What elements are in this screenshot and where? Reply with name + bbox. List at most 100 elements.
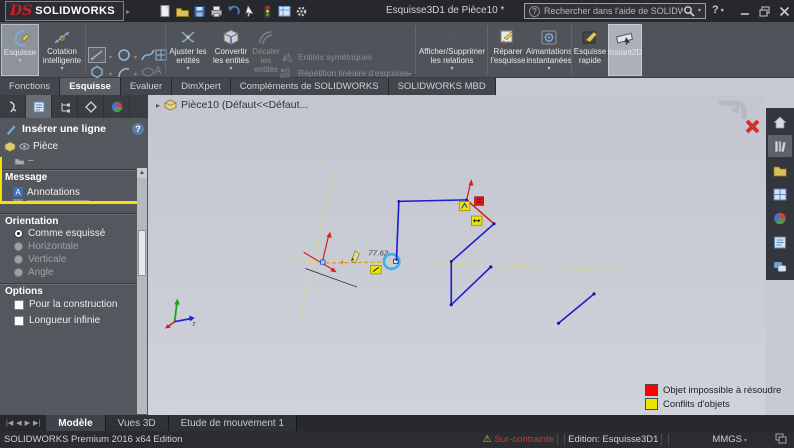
instant2d-button[interactable]: Instant2D	[608, 24, 642, 76]
expand-arrow-icon[interactable]: ▸	[156, 101, 160, 110]
feature-manager-tab[interactable]	[0, 95, 26, 118]
relation-badge-conflict-1[interactable]	[458, 201, 471, 212]
view-palette-tab[interactable]	[768, 183, 792, 205]
help-button[interactable]: ?	[712, 4, 724, 16]
construction-axis-horizontal[interactable]	[272, 258, 644, 271]
tab-complements[interactable]: Compléments de SOLIDWORKS	[230, 78, 389, 95]
sketch-polyline[interactable]	[395, 199, 595, 324]
file-explorer-tab[interactable]	[768, 159, 792, 181]
scrollbar-thumb[interactable]	[138, 230, 146, 276]
rebuild-traffic-light-button[interactable]	[260, 4, 275, 19]
property-manager-tab[interactable]	[26, 95, 52, 118]
relation-badge-coincident[interactable]	[370, 265, 382, 275]
search-scope-dropdown[interactable]	[696, 6, 701, 17]
scroll-first-icon[interactable]: |◀	[6, 419, 13, 427]
search-input[interactable]: Rechercher dans l'aide de SOLIDWORKS	[544, 6, 683, 16]
display-pane-button[interactable]	[277, 4, 292, 19]
display-relations-dropdown[interactable]: ▾	[450, 66, 453, 73]
convert-entities-button[interactable]: Convertir les entités ▾	[210, 24, 252, 76]
trim-entities-icon	[178, 27, 198, 47]
eye-icon	[19, 143, 30, 150]
status-pane-icon[interactable]	[775, 433, 788, 447]
line-tool-button[interactable]	[88, 47, 106, 63]
forum-tab[interactable]	[768, 255, 792, 277]
configuration-manager-tab[interactable]	[52, 95, 78, 118]
circle-tool-button[interactable]	[116, 48, 132, 65]
scroll-up-icon[interactable]: ▲	[137, 168, 147, 178]
select-cursor-button[interactable]	[243, 4, 258, 19]
appearances-tab[interactable]	[768, 207, 792, 229]
convert-entities-dropdown[interactable]: ▾	[229, 66, 232, 73]
checkbox-icon[interactable]	[14, 315, 24, 326]
display-relations-button[interactable]: Afficher/Supprimer les relations ▾	[417, 24, 487, 76]
part-icon	[4, 141, 16, 152]
logo-expand-arrow[interactable]: ▸	[126, 7, 130, 16]
sketch-origin[interactable]	[303, 231, 358, 288]
tab-dimxpert[interactable]: DimXpert	[172, 78, 231, 95]
tab-solidworks-mbd[interactable]: SOLIDWORKS MBD	[388, 78, 496, 95]
minimize-button[interactable]	[738, 5, 752, 17]
line-tool-dropdown[interactable]	[107, 51, 112, 62]
repair-sketch-button[interactable]: Réparer l'esquisse	[489, 24, 527, 76]
tree-item-part[interactable]: Pièce	[4, 141, 58, 152]
instant2d-icon	[615, 28, 635, 48]
instant-snaps-dropdown[interactable]: ▾	[547, 66, 550, 73]
model-tab[interactable]: Modèle	[46, 415, 106, 431]
smart-dimension-dropdown[interactable]: ▾	[60, 66, 63, 73]
sketch-dropdown[interactable]: ▾	[18, 58, 21, 65]
design-library-tab[interactable]	[768, 135, 792, 157]
sketch-status-warning: ⚠ Sur-contrainte	[482, 434, 555, 445]
tab-esquisse[interactable]: Esquisse	[60, 78, 121, 95]
panel-scrollbar[interactable]: ▲	[137, 168, 147, 414]
viewport-tree-label[interactable]: ▸ Pièce10 (Défaut<<Défaut...	[156, 99, 308, 111]
checkbox-construction[interactable]: Pour la construction	[14, 299, 117, 310]
quick-sketch-button[interactable]: Esquisse rapide	[573, 24, 607, 76]
sketch-canvas[interactable]: 77.62 z	[148, 95, 765, 415]
display-manager-tab[interactable]	[104, 95, 130, 118]
motion-study-tab[interactable]: Etude de mouvement 1	[168, 415, 298, 431]
units-selector[interactable]: MMGS	[712, 434, 747, 445]
undo-button[interactable]	[226, 4, 241, 19]
sketch-button[interactable]: Esquisse ▾	[1, 24, 39, 76]
trim-entities-button[interactable]: Ajuster les entités ▾	[167, 24, 209, 76]
tab-fonctions[interactable]: Fonctions	[0, 78, 61, 95]
search-box[interactable]: ? Rechercher dans l'aide de SOLIDWORKS	[524, 3, 706, 19]
options-gear-button[interactable]	[294, 4, 309, 19]
custom-properties-tab[interactable]	[768, 231, 792, 253]
restore-button[interactable]	[757, 5, 771, 17]
tree-item-annotations[interactable]: A Annotations	[12, 186, 80, 198]
tree-item-history[interactable]: –	[14, 155, 34, 166]
open-button[interactable]	[175, 4, 190, 19]
search-icon[interactable]	[683, 5, 696, 18]
panel-help-icon[interactable]: ?	[132, 122, 144, 135]
trim-entities-dropdown[interactable]: ▾	[186, 66, 189, 73]
dimxpert-manager-tab[interactable]	[78, 95, 104, 118]
exit-sketch-icon[interactable]	[719, 100, 747, 119]
close-button[interactable]	[777, 5, 791, 17]
instant-snaps-button[interactable]: Aimantations instantanées ▾	[526, 24, 572, 76]
new-document-button[interactable]	[158, 4, 173, 19]
scroll-last-icon[interactable]: ▶|	[33, 419, 40, 427]
error-badge[interactable]	[474, 196, 484, 206]
confirmation-corner	[719, 100, 760, 134]
relation-badge-conflict-2[interactable]	[471, 215, 483, 226]
resources-home-tab[interactable]	[768, 111, 792, 133]
checkbox-longueur-infinie[interactable]: Longueur infinie	[14, 315, 100, 326]
scroll-prev-icon[interactable]: ◀	[16, 419, 21, 427]
save-button[interactable]	[192, 4, 207, 19]
offset-entities-icon	[257, 27, 275, 47]
graphics-area[interactable]: 77.62 z ▸ Pièce10 (Défaut<<Défaut... Obj…	[148, 95, 781, 415]
exit-sketch-arrow[interactable]	[731, 105, 739, 115]
construction-axis-diagonal[interactable]	[297, 172, 336, 325]
checkbox-icon[interactable]	[14, 299, 24, 310]
views-3d-tab[interactable]: Vues 3D	[105, 415, 169, 431]
tab-evaluer[interactable]: Evaluer	[120, 78, 173, 95]
print-button[interactable]	[209, 4, 224, 19]
scroll-next-icon[interactable]: ▶	[25, 419, 30, 427]
radio-comme-esquisse[interactable]: Comme esquissé	[14, 228, 105, 239]
sketch-vertices[interactable]	[397, 198, 596, 325]
radio-icon[interactable]	[14, 229, 23, 238]
circle-tool-dropdown[interactable]	[132, 51, 137, 62]
smart-dimension-button[interactable]: Cotation intelligente ▾	[40, 24, 84, 76]
cancel-sketch-icon[interactable]	[745, 119, 760, 134]
